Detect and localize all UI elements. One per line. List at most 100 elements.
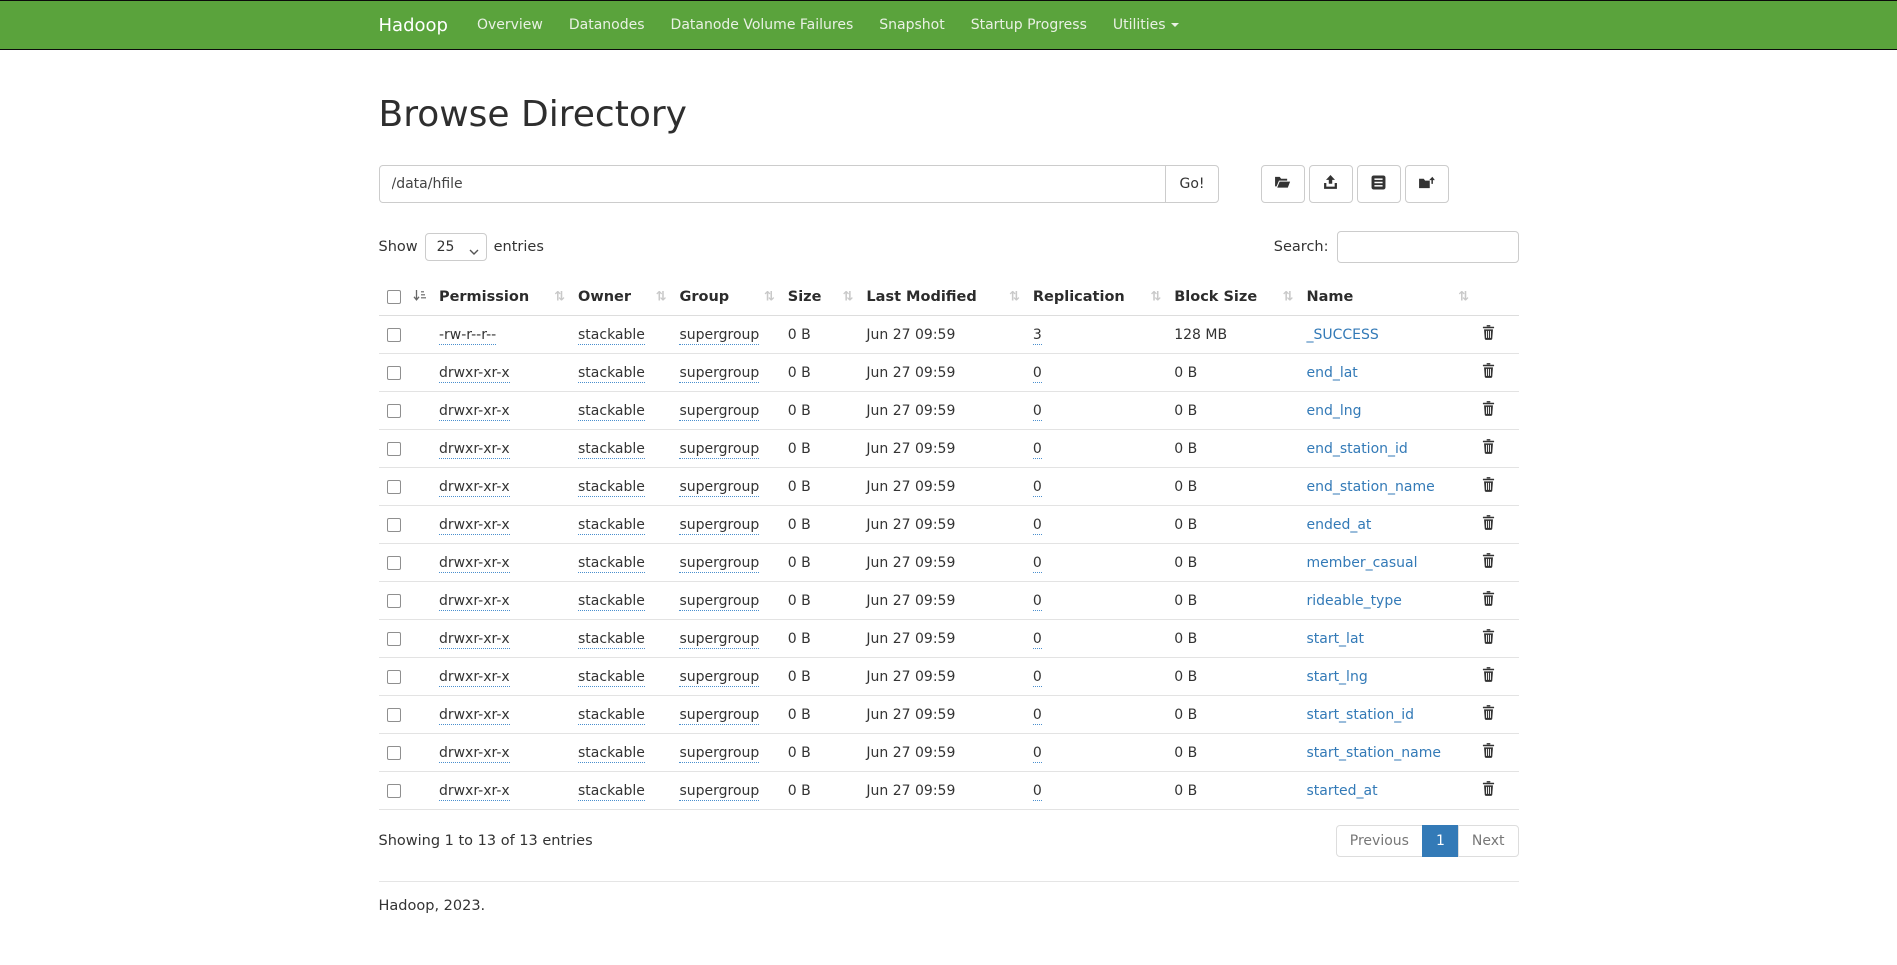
delete-button[interactable] bbox=[1482, 743, 1495, 762]
owner-cell[interactable]: stackable bbox=[578, 365, 645, 383]
cut-paste-button[interactable] bbox=[1357, 165, 1401, 203]
owner-cell[interactable]: stackable bbox=[578, 783, 645, 801]
file-name-link[interactable]: end_station_id bbox=[1306, 441, 1407, 457]
replication-cell[interactable]: 3 bbox=[1033, 327, 1042, 345]
row-checkbox[interactable] bbox=[387, 366, 401, 380]
upload-file-button[interactable] bbox=[1309, 165, 1353, 203]
go-button[interactable]: Go! bbox=[1165, 165, 1218, 203]
owner-cell[interactable]: stackable bbox=[578, 745, 645, 763]
delete-button[interactable] bbox=[1482, 515, 1495, 534]
row-checkbox[interactable] bbox=[387, 480, 401, 494]
replication-cell[interactable]: 0 bbox=[1033, 669, 1042, 687]
header-group[interactable]: Group⇅ bbox=[671, 279, 779, 316]
delete-button[interactable] bbox=[1482, 591, 1495, 610]
file-name-link[interactable]: started_at bbox=[1306, 783, 1377, 799]
permission-cell[interactable]: drwxr-xr-x bbox=[439, 555, 510, 573]
owner-cell[interactable]: stackable bbox=[578, 403, 645, 421]
file-name-link[interactable]: end_station_name bbox=[1306, 479, 1434, 495]
group-cell[interactable]: supergroup bbox=[679, 631, 759, 649]
header-permission[interactable]: Permission⇅ bbox=[431, 279, 570, 316]
delete-button[interactable] bbox=[1482, 781, 1495, 800]
row-checkbox[interactable] bbox=[387, 784, 401, 798]
file-name-link[interactable]: end_lat bbox=[1306, 365, 1357, 381]
file-name-link[interactable]: end_lng bbox=[1306, 403, 1361, 419]
row-checkbox[interactable] bbox=[387, 746, 401, 760]
header-replication[interactable]: Replication⇅ bbox=[1025, 279, 1166, 316]
group-cell[interactable]: supergroup bbox=[679, 403, 759, 421]
row-checkbox[interactable] bbox=[387, 670, 401, 684]
file-name-link[interactable]: start_station_name bbox=[1306, 745, 1441, 761]
replication-cell[interactable]: 0 bbox=[1033, 555, 1042, 573]
header-name[interactable]: Name⇅ bbox=[1298, 279, 1474, 316]
header-block-size[interactable]: Block Size⇅ bbox=[1166, 279, 1298, 316]
delete-button[interactable] bbox=[1482, 363, 1495, 382]
replication-cell[interactable]: 0 bbox=[1033, 517, 1042, 535]
file-name-link[interactable]: member_casual bbox=[1306, 555, 1417, 571]
permission-cell[interactable]: drwxr-xr-x bbox=[439, 517, 510, 535]
group-cell[interactable]: supergroup bbox=[679, 707, 759, 725]
row-checkbox[interactable] bbox=[387, 632, 401, 646]
owner-cell[interactable]: stackable bbox=[578, 555, 645, 573]
delete-button[interactable] bbox=[1482, 629, 1495, 648]
replication-cell[interactable]: 0 bbox=[1033, 479, 1042, 497]
create-directory-button[interactable] bbox=[1261, 165, 1305, 203]
header-size[interactable]: Size⇅ bbox=[780, 279, 859, 316]
group-cell[interactable]: supergroup bbox=[679, 745, 759, 763]
delete-button[interactable] bbox=[1482, 667, 1495, 686]
file-name-link[interactable]: start_lng bbox=[1306, 669, 1367, 685]
replication-cell[interactable]: 0 bbox=[1033, 365, 1042, 383]
page-1-button[interactable]: 1 bbox=[1422, 825, 1459, 857]
delete-button[interactable] bbox=[1482, 553, 1495, 572]
owner-cell[interactable]: stackable bbox=[578, 707, 645, 725]
permission-cell[interactable]: drwxr-xr-x bbox=[439, 441, 510, 459]
replication-cell[interactable]: 0 bbox=[1033, 441, 1042, 459]
replication-cell[interactable]: 0 bbox=[1033, 783, 1042, 801]
permission-cell[interactable]: drwxr-xr-x bbox=[439, 631, 510, 649]
search-input[interactable] bbox=[1337, 231, 1519, 263]
move-button[interactable] bbox=[1405, 165, 1449, 203]
row-checkbox[interactable] bbox=[387, 594, 401, 608]
replication-cell[interactable]: 0 bbox=[1033, 593, 1042, 611]
directory-path-input[interactable] bbox=[379, 165, 1167, 203]
group-cell[interactable]: supergroup bbox=[679, 593, 759, 611]
replication-cell[interactable]: 0 bbox=[1033, 745, 1042, 763]
replication-cell[interactable]: 0 bbox=[1033, 707, 1042, 725]
previous-page-button[interactable]: Previous bbox=[1336, 825, 1423, 857]
file-name-link[interactable]: rideable_type bbox=[1306, 593, 1401, 609]
row-checkbox[interactable] bbox=[387, 708, 401, 722]
permission-cell[interactable]: drwxr-xr-x bbox=[439, 593, 510, 611]
permission-cell[interactable]: drwxr-xr-x bbox=[439, 669, 510, 687]
group-cell[interactable]: supergroup bbox=[679, 669, 759, 687]
permission-cell[interactable]: drwxr-xr-x bbox=[439, 365, 510, 383]
row-checkbox[interactable] bbox=[387, 518, 401, 532]
row-checkbox[interactable] bbox=[387, 328, 401, 342]
group-cell[interactable]: supergroup bbox=[679, 327, 759, 345]
nav-item-snapshot[interactable]: Snapshot bbox=[866, 1, 957, 49]
group-cell[interactable]: supergroup bbox=[679, 783, 759, 801]
permission-cell[interactable]: drwxr-xr-x bbox=[439, 707, 510, 725]
file-name-link[interactable]: start_lat bbox=[1306, 631, 1364, 647]
replication-cell[interactable]: 0 bbox=[1033, 403, 1042, 421]
header-last-modified[interactable]: Last Modified⇅ bbox=[858, 279, 1024, 316]
row-checkbox[interactable] bbox=[387, 556, 401, 570]
permission-cell[interactable]: drwxr-xr-x bbox=[439, 745, 510, 763]
group-cell[interactable]: supergroup bbox=[679, 479, 759, 497]
nav-item-utilities-dropdown[interactable]: Utilities bbox=[1100, 1, 1192, 49]
replication-cell[interactable]: 0 bbox=[1033, 631, 1042, 649]
header-owner[interactable]: Owner⇅ bbox=[570, 279, 671, 316]
file-name-link[interactable]: _SUCCESS bbox=[1306, 327, 1378, 343]
owner-cell[interactable]: stackable bbox=[578, 327, 645, 345]
nav-item-overview[interactable]: Overview bbox=[464, 1, 556, 49]
nav-item-startup-progress[interactable]: Startup Progress bbox=[958, 1, 1100, 49]
permission-cell[interactable]: -rw-r--r-- bbox=[439, 327, 496, 345]
owner-cell[interactable]: stackable bbox=[578, 593, 645, 611]
permission-cell[interactable]: drwxr-xr-x bbox=[439, 783, 510, 801]
brand-hadoop[interactable]: Hadoop bbox=[379, 15, 464, 36]
select-all-checkbox[interactable] bbox=[387, 290, 401, 304]
group-cell[interactable]: supergroup bbox=[679, 517, 759, 535]
owner-cell[interactable]: stackable bbox=[578, 441, 645, 459]
nav-item-datanode-volume-failures[interactable]: Datanode Volume Failures bbox=[658, 1, 867, 49]
group-cell[interactable]: supergroup bbox=[679, 555, 759, 573]
delete-button[interactable] bbox=[1482, 477, 1495, 496]
row-checkbox[interactable] bbox=[387, 404, 401, 418]
